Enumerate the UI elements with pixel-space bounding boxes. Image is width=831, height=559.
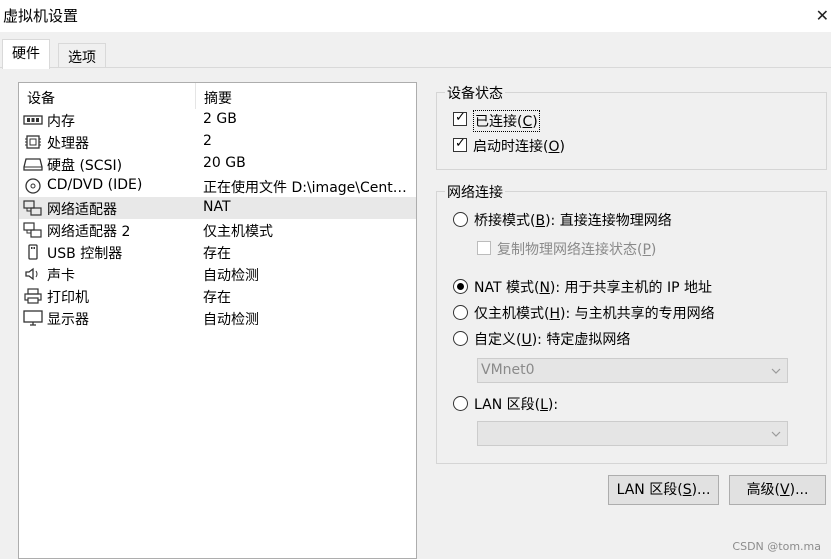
device-name: 内存 bbox=[47, 114, 75, 130]
lan-segments-button[interactable]: LAN 区段(S)... bbox=[608, 475, 719, 505]
checkbox-box[interactable]: ✓ bbox=[453, 136, 467, 152]
device-summary: 2 GB bbox=[203, 111, 237, 127]
chevron-down-icon bbox=[771, 431, 781, 437]
device-name: 声卡 bbox=[47, 268, 75, 284]
title-bar: 虚拟机设置 ✕ bbox=[0, 0, 831, 32]
network-connection-group: 网络连接 桥接模式(B): 直接连接物理网络 复制物理网络连接状态(P) NAT… bbox=[436, 182, 827, 464]
device-list[interactable]: 设备 摘要 内存 2 GB 处理器 2 硬盘 (SCSI) 20 GB CD/D… bbox=[18, 82, 417, 559]
device-summary: 存在 bbox=[203, 290, 231, 306]
radio-circle[interactable] bbox=[453, 305, 468, 320]
printer-icon bbox=[24, 288, 42, 304]
device-summary: 20 GB bbox=[203, 155, 246, 171]
monitor-icon bbox=[23, 310, 43, 326]
speaker-icon bbox=[25, 267, 38, 281]
check-icon: ✓ bbox=[455, 136, 466, 151]
checkbox-box[interactable] bbox=[477, 241, 491, 255]
device-row-network-adapter[interactable]: 网络适配器 NAT bbox=[19, 197, 416, 219]
device-row-hard-disk[interactable]: 硬盘 (SCSI) 20 GB bbox=[19, 153, 416, 175]
tab-options[interactable]: 选项 bbox=[58, 43, 106, 69]
device-row-memory[interactable]: 内存 2 GB bbox=[19, 109, 416, 131]
device-summary: NAT bbox=[203, 199, 231, 215]
tab-strip: 硬件 选项 bbox=[0, 32, 831, 69]
device-row-processor[interactable]: 处理器 2 bbox=[19, 131, 416, 153]
cpu-icon bbox=[25, 135, 41, 149]
device-name: 处理器 bbox=[47, 136, 89, 152]
network-adapter-icon bbox=[23, 222, 42, 238]
window-title: 虚拟机设置 bbox=[3, 7, 79, 25]
memory-icon bbox=[23, 115, 43, 125]
device-row-printer[interactable]: 打印机 存在 bbox=[19, 285, 416, 307]
device-summary: 仅主机模式 bbox=[203, 224, 273, 240]
radio-circle[interactable] bbox=[453, 396, 468, 411]
radio-circle[interactable] bbox=[453, 279, 468, 294]
device-row-usb-controller[interactable]: USB 控制器 存在 bbox=[19, 241, 416, 263]
device-summary: 自动检测 bbox=[203, 268, 259, 284]
cd-dvd-icon bbox=[25, 178, 41, 194]
custom-network-select[interactable]: VMnet0 bbox=[477, 358, 788, 383]
column-header-summary[interactable]: 摘要 bbox=[204, 88, 232, 108]
select-value: VMnet0 bbox=[481, 362, 535, 378]
device-name: 硬盘 (SCSI) bbox=[47, 158, 123, 174]
column-header-device[interactable]: 设备 bbox=[27, 88, 55, 108]
device-summary: 自动检测 bbox=[203, 312, 259, 328]
radio-circle[interactable] bbox=[453, 212, 468, 227]
device-name: 网络适配器 2 bbox=[47, 224, 131, 240]
tab-hardware[interactable]: 硬件 bbox=[2, 39, 50, 69]
device-list-header: 设备 摘要 bbox=[19, 83, 416, 109]
radio-circle[interactable] bbox=[453, 331, 468, 346]
device-status-group: 设备状态 ✓ 已连接(C) ✓ 启动时连接(O) bbox=[436, 83, 827, 170]
network-connection-title: 网络连接 bbox=[445, 182, 505, 202]
watermark: CSDN @tom.ma bbox=[732, 540, 821, 553]
device-name: 网络适配器 bbox=[47, 202, 117, 218]
checkbox-box[interactable]: ✓ bbox=[453, 110, 467, 126]
device-row-cd-dvd[interactable]: CD/DVD (IDE) 正在使用文件 D:\image\CentOS... bbox=[19, 175, 416, 197]
device-row-sound-card[interactable]: 声卡 自动检测 bbox=[19, 263, 416, 285]
device-row-network-adapter-2[interactable]: 网络适配器 2 仅主机模式 bbox=[19, 219, 416, 241]
network-adapter-icon bbox=[23, 200, 42, 216]
chevron-down-icon bbox=[771, 368, 781, 374]
hard-disk-icon bbox=[23, 158, 43, 171]
lan-segment-select[interactable] bbox=[477, 421, 788, 446]
device-status-title: 设备状态 bbox=[445, 83, 505, 103]
usb-icon bbox=[28, 244, 38, 260]
device-row-display[interactable]: 显示器 自动检测 bbox=[19, 307, 416, 329]
device-name: USB 控制器 bbox=[47, 246, 123, 262]
column-divider[interactable] bbox=[195, 83, 196, 109]
device-summary: 2 bbox=[203, 133, 212, 149]
close-icon[interactable]: ✕ bbox=[816, 6, 829, 25]
check-icon: ✓ bbox=[455, 110, 466, 125]
device-name: CD/DVD (IDE) bbox=[47, 177, 143, 193]
advanced-button[interactable]: 高级(V)... bbox=[729, 475, 826, 505]
device-name: 打印机 bbox=[47, 290, 89, 306]
device-name: 显示器 bbox=[47, 312, 89, 328]
device-summary: 存在 bbox=[203, 246, 231, 262]
device-summary: 正在使用文件 D:\image\CentOS... bbox=[203, 180, 413, 196]
